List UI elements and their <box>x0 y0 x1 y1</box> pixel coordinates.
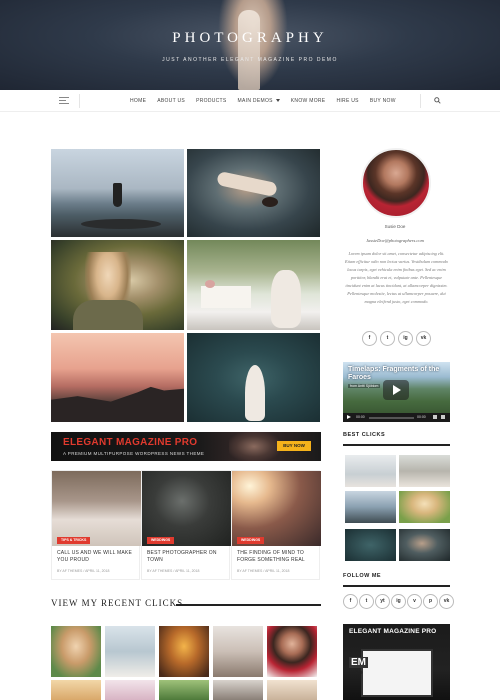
heading-divider <box>343 444 450 446</box>
recent-thumb[interactable] <box>51 680 101 700</box>
video-author[interactable]: from Antti Sjöblom <box>348 384 381 388</box>
follow-me-heading: FOLLOW ME <box>343 573 382 579</box>
post-thumbnail[interactable] <box>142 471 231 546</box>
ad-buy-button[interactable]: BUY NOW <box>277 441 311 451</box>
gallery-photo-blonde-portrait[interactable] <box>51 240 184 330</box>
best-click-thumb[interactable] <box>399 455 450 487</box>
gallery-photo-water-lying[interactable] <box>187 149 320 237</box>
nav-item-products[interactable]: PRODUCTS <box>196 98 226 104</box>
video-time-current: 00:00 <box>356 415 365 419</box>
best-click-thumb[interactable] <box>345 491 396 523</box>
play-icon[interactable] <box>383 380 409 400</box>
post-thumbnail[interactable] <box>52 471 141 546</box>
youtube-icon[interactable]: yt <box>375 594 390 609</box>
recent-thumb[interactable] <box>159 680 209 700</box>
facebook-icon[interactable]: f <box>343 594 358 609</box>
author-email[interactable]: JassieDoe@photographers.com <box>340 238 450 243</box>
nav-links: HOME ABOUT US PRODUCTS MAIN DEMOS KNOW M… <box>130 90 396 112</box>
recent-thumb[interactable] <box>51 626 101 677</box>
header-photo-bride <box>238 10 260 90</box>
ad-banner[interactable]: ELEGANT MAGAZINE PRO A PREMIUM MULTIPURP… <box>51 432 321 461</box>
instagram-icon[interactable]: ig <box>398 331 413 346</box>
ad-title: ELEGANT MAGAZINE PRO <box>63 437 198 448</box>
volume-icon[interactable] <box>433 415 437 419</box>
play-button[interactable] <box>347 415 351 419</box>
nav-item-home[interactable]: HOME <box>130 98 146 104</box>
heading-divider <box>176 604 321 606</box>
vk-icon[interactable]: vk <box>416 331 431 346</box>
ad-banner-photo <box>229 432 279 461</box>
post-meta: BY AF THEMES / APRIL 11, 2018 <box>237 569 290 573</box>
promo-price: $59 <box>355 670 363 675</box>
recent-thumb[interactable] <box>159 626 209 677</box>
nav-item-main-demos[interactable]: MAIN DEMOS <box>238 98 280 104</box>
heading-divider <box>343 585 450 587</box>
post-category-badge[interactable]: WEDDINGS <box>147 537 175 544</box>
recent-thumb[interactable] <box>105 680 155 700</box>
recent-clicks-heading: VIEW MY RECENT CLICKS <box>51 598 184 608</box>
post-title[interactable]: THE FINDING OF MIND TO FORGE SOMETHING R… <box>237 550 317 564</box>
hamburger-menu-icon[interactable] <box>50 94 80 108</box>
video-embed[interactable]: Timelaps: Fragments of the Faroes from A… <box>343 362 450 422</box>
best-click-thumb[interactable] <box>345 529 396 561</box>
best-click-thumb[interactable] <box>345 455 396 487</box>
post-category-badge[interactable]: WEDDINGS <box>237 537 265 544</box>
twitter-icon[interactable]: t <box>380 331 395 346</box>
post-card[interactable]: WEDDINGS BEST PHOTOGRAPHER ON TOWN BY AF… <box>141 470 231 580</box>
promo-banner[interactable]: ELEGANT MAGAZINE PRO EM $59 <box>343 624 450 700</box>
caret-down-icon <box>275 99 280 103</box>
promo-logo-badge: EM <box>349 657 368 668</box>
fullscreen-icon[interactable] <box>441 415 445 419</box>
post-card[interactable]: WEDDINGS THE FINDING OF MIND TO FORGE SO… <box>231 470 321 580</box>
nav-item-main-demos-label: MAIN DEMOS <box>237 98 273 104</box>
video-time-total: 00:00 <box>417 415 426 419</box>
post-card[interactable]: TIPS & TRICKS CALL US AND WE WILL MAKE Y… <box>51 470 141 580</box>
nav-item-buy-now[interactable]: BUY NOW <box>370 98 396 104</box>
recent-thumb[interactable] <box>105 626 155 677</box>
post-title[interactable]: CALL US AND WE WILL MAKE YOU PROUD <box>57 550 137 564</box>
best-click-thumb[interactable] <box>399 529 450 561</box>
gallery-photo-rock-dress[interactable] <box>51 149 184 237</box>
recent-thumb[interactable] <box>213 680 263 700</box>
post-thumbnail[interactable] <box>232 471 321 546</box>
nav-item-know-more[interactable]: KNOW MORE <box>291 98 326 104</box>
post-category-badge[interactable]: TIPS & TRICKS <box>57 537 91 544</box>
promo-title: ELEGANT MAGAZINE PRO <box>349 628 437 635</box>
author-social-links: f t ig vk <box>362 331 431 346</box>
video-controls: 00:00 00:00 <box>343 413 450 422</box>
best-clicks-heading: BEST CLICKS <box>343 432 386 438</box>
ad-subtitle: A PREMIUM MULTIPURPOSE WORDPRESS NEWS TH… <box>63 451 205 456</box>
post-meta: BY AF THEMES / APRIL 11, 2018 <box>147 569 200 573</box>
gallery-photo-sunset-silhouette[interactable] <box>51 333 184 422</box>
post-meta: BY AF THEMES / APRIL 11, 2018 <box>57 569 110 573</box>
gallery-photo-white-dress-teal[interactable] <box>187 333 320 422</box>
gallery-photo-bride-table[interactable] <box>187 240 320 330</box>
site-title[interactable]: PHOTOGRAPHY <box>0 30 500 47</box>
twitter-icon[interactable]: t <box>359 594 374 609</box>
author-bio: Lorem ipsum dolor sit amet, consectetur … <box>345 251 448 304</box>
video-progress-track[interactable] <box>369 417 414 419</box>
author-name: Susie Doe <box>384 224 406 229</box>
author-avatar <box>361 148 431 218</box>
site-header: PHOTOGRAPHY JUST ANOTHER ELEGANT MAGAZIN… <box>0 0 500 90</box>
nav-item-about[interactable]: ABOUT US <box>157 98 185 104</box>
best-click-thumb[interactable] <box>399 491 450 523</box>
recent-thumb[interactable] <box>213 626 263 677</box>
nav-item-hire-us[interactable]: HIRE US <box>336 98 358 104</box>
instagram-icon[interactable]: ig <box>391 594 406 609</box>
recent-thumb[interactable] <box>267 626 317 677</box>
recent-thumb[interactable] <box>267 680 317 700</box>
promo-screenshot <box>361 649 433 697</box>
pinterest-icon[interactable]: p <box>423 594 438 609</box>
follow-social-links: f t yt ig v p vk <box>343 594 454 609</box>
facebook-icon[interactable]: f <box>362 331 377 346</box>
site-tagline: JUST ANOTHER ELEGANT MAGAZINE PRO DEMO <box>162 57 338 63</box>
main-navigation: HOME ABOUT US PRODUCTS MAIN DEMOS KNOW M… <box>0 90 500 112</box>
post-title[interactable]: BEST PHOTOGRAPHER ON TOWN <box>147 550 227 564</box>
vimeo-icon[interactable]: v <box>407 594 422 609</box>
search-icon[interactable] <box>420 94 450 108</box>
vk-icon[interactable]: vk <box>439 594 454 609</box>
